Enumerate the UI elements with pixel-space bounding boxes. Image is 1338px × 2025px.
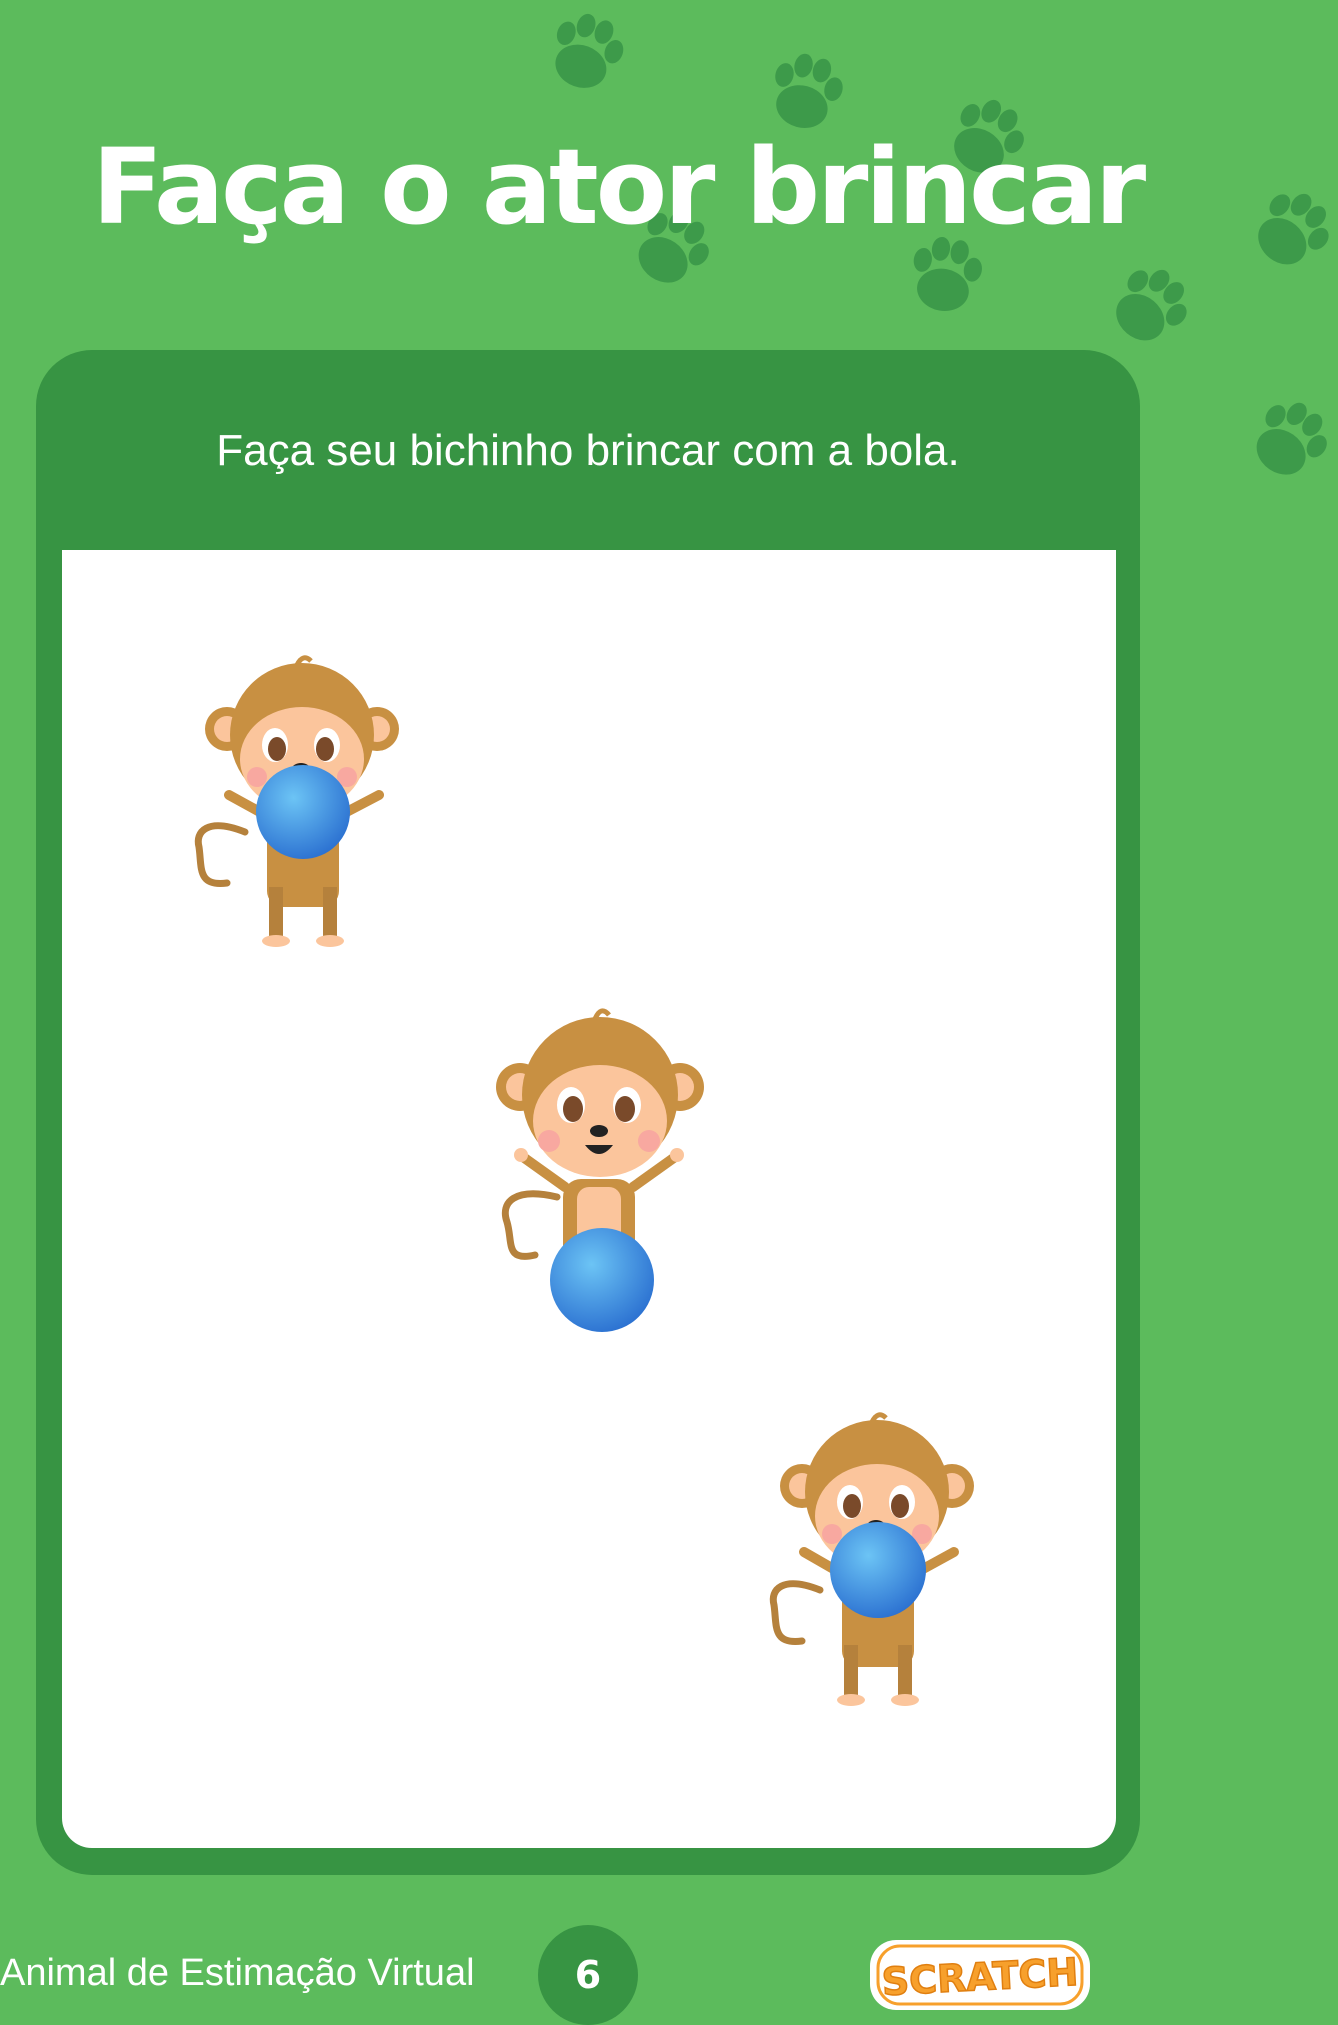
page-title: Faça o ator brincar xyxy=(92,126,1146,248)
paw-icon xyxy=(1100,255,1201,356)
scratch-logo: SCRATCH xyxy=(870,1940,1090,2010)
paw-icon xyxy=(1242,179,1338,280)
paw-icon xyxy=(1241,389,1338,490)
monkey-holding-ball-icon xyxy=(194,655,399,947)
paw-icon xyxy=(763,47,850,136)
footer-project-name: Animal de Estimação Virtual xyxy=(0,1952,475,1994)
instruction-card: Faça seu bichinho brincar com a bola. xyxy=(36,350,1140,1875)
paw-icon xyxy=(541,5,632,98)
monkey-holding-ball-icon xyxy=(769,1412,974,1706)
page-number-badge: 6 xyxy=(538,1925,638,2025)
monkey-holding-ball-icon xyxy=(496,1008,704,1332)
card-instruction: Faça seu bichinho brincar com a bola. xyxy=(216,426,960,475)
stage-preview xyxy=(62,550,1116,1848)
